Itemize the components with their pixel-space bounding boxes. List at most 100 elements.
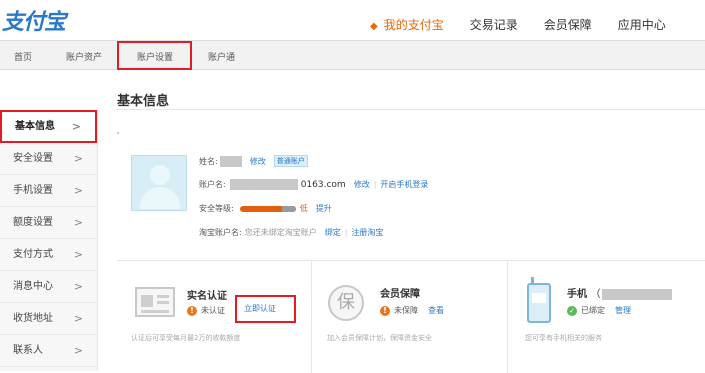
highlight-box-account-settings [117, 41, 192, 70]
mobile-login-link[interactable]: 开启手机登录 [380, 179, 428, 190]
warning-icon: ! [380, 305, 390, 316]
separator: | [373, 180, 377, 189]
decorative-dot [117, 132, 119, 134]
sidebar: 基本信息 > 安全设置 > 手机设置 > 额度设置 > 支付方式 > 消息中心 > 收货地址… [0, 110, 98, 371]
subnav-account-assets[interactable]: 账户资产 [66, 50, 102, 63]
name-row: 姓名: 修改 普通账户 [199, 155, 308, 167]
id-line-shape [157, 295, 169, 298]
card-divider [507, 261, 508, 373]
chevron-right-icon: > [73, 312, 83, 325]
security-label: 安全等级: [199, 204, 234, 213]
card-title-protection: 会员保障 [380, 289, 420, 300]
phone-screen-shape [532, 293, 546, 303]
top-nav: ◆ 我的支付宝 交易记录 会员保障 应用中心 [370, 16, 692, 33]
mobile-number-redacted [602, 288, 673, 300]
id-photo-shape [141, 295, 153, 307]
security-row: 安全等级: 低 提升 [199, 203, 332, 214]
topnav-transactions[interactable]: 交易记录 [470, 16, 518, 33]
sidebar-item-label: 联系人 [13, 345, 43, 356]
card-desc-real-name: 认证后可享受每月最2万的收款额度 [131, 334, 241, 342]
card-status-text: 已绑定 [581, 306, 605, 315]
topnav-app-center[interactable]: 应用中心 [618, 16, 666, 33]
mobile-phone-icon [527, 277, 551, 323]
avatar-head-icon [150, 165, 170, 185]
card-status-protection: ! 未保障 查看 [380, 305, 444, 316]
avatar-body-icon [140, 187, 180, 209]
taobao-label: 淘宝账户名: [199, 228, 242, 237]
verify-now-link[interactable]: 立即认证 [244, 303, 276, 314]
taobao-status: 您还未绑定淘宝账户 [244, 228, 317, 237]
top-bar: 支付宝 ◆ 我的支付宝 交易记录 会员保障 应用中心 [0, 0, 705, 40]
card-divider [311, 261, 312, 373]
account-suffix: 0163.com [300, 179, 346, 190]
sidebar-item-payment[interactable]: 支付方式 > [0, 239, 97, 271]
account-edit-link[interactable]: 修改 [354, 179, 370, 190]
separator: | [344, 228, 348, 237]
sidebar-item-label: 手机设置 [13, 185, 53, 196]
card-title-mobile-paren: （ [590, 289, 601, 300]
chevron-right-icon: > [73, 248, 83, 261]
sidebar-item-label: 额度设置 [13, 217, 53, 228]
profile-section: 姓名: 修改 普通账户 账户名: 0163.com 修改 | 开启手机登录 安全… [131, 155, 705, 245]
phone-antenna-shape [531, 277, 534, 285]
chevron-right-icon: > [73, 344, 83, 357]
chevron-right-icon: > [73, 184, 83, 197]
chevron-right-icon: > [73, 216, 83, 229]
avatar[interactable] [131, 155, 187, 211]
card-desc-protection: 加入会员保障计划，保障资金安全 [327, 334, 432, 342]
sidebar-item-messages[interactable]: 消息中心 > [0, 271, 97, 303]
account-row: 账户名: 0163.com 修改 | 开启手机登录 [199, 179, 428, 190]
name-label: 姓名: [199, 156, 218, 166]
sidebar-item-contacts[interactable]: 联系人 > [0, 335, 97, 367]
id-line-shape [141, 310, 169, 313]
sidebar-item-basic-info[interactable]: 基本信息 > [0, 110, 97, 143]
card-status-mobile: ✓ 已绑定 管理 [567, 305, 631, 316]
sidebar-item-address[interactable]: 收货地址 > [0, 303, 97, 335]
chevron-right-icon: > [73, 152, 83, 165]
topnav-member-protection[interactable]: 会员保障 [544, 16, 592, 33]
subnav-account-pass[interactable]: 账户通 [208, 50, 235, 63]
card-desc-mobile: 您可享有手机相关的服务 [525, 334, 602, 342]
subnav-home[interactable]: 首页 [14, 50, 32, 63]
protection-seal-icon: 保 [328, 285, 364, 321]
sidebar-item-label: 基本信息 [15, 121, 55, 132]
card-status-text: 未认证 [201, 306, 225, 315]
check-icon: ✓ [567, 305, 577, 316]
topnav-my-alipay-label: 我的支付宝 [383, 18, 444, 32]
card-title-mobile: 手机 （ [567, 285, 673, 300]
card-title-real-name: 实名认证 [187, 291, 227, 302]
name-edit-link[interactable]: 修改 [250, 156, 266, 167]
view-protection-link[interactable]: 查看 [428, 305, 444, 316]
taobao-row: 淘宝账户名: 您还未绑定淘宝账户 绑定 | 注册淘宝 [199, 227, 383, 238]
sidebar-item-security[interactable]: 安全设置 > [0, 143, 97, 175]
account-type-badge: 普通账户 [273, 155, 308, 167]
active-dot-icon: ◆ [370, 21, 378, 32]
warning-icon: ! [187, 305, 197, 316]
id-card-icon [135, 287, 175, 317]
taobao-bind-link[interactable]: 绑定 [325, 227, 341, 238]
status-cards: 实名认证 ! 未认证 立即认证 认证后可享受每月最2万的收款额度 保 会员保障 … [117, 260, 705, 373]
security-bar-remainder [281, 205, 296, 212]
page-title: 基本信息 [117, 94, 170, 109]
title-divider [117, 109, 705, 110]
account-label: 账户名: [199, 180, 226, 189]
card-status-real-name: ! 未认证 [187, 305, 225, 316]
sidebar-item-mobile[interactable]: 手机设置 > [0, 175, 97, 207]
manage-mobile-link[interactable]: 管理 [615, 305, 631, 316]
sidebar-item-label: 安全设置 [13, 153, 53, 164]
sidebar-item-limit[interactable]: 额度设置 > [0, 207, 97, 239]
sidebar-item-label: 收货地址 [13, 313, 53, 324]
security-level-value: 低 [299, 204, 308, 213]
taobao-register-link[interactable]: 注册淘宝 [351, 227, 383, 238]
card-title-mobile-text: 手机 [567, 289, 587, 300]
chevron-right-icon: > [71, 120, 81, 133]
alipay-logo[interactable]: 支付宝 [2, 4, 66, 36]
account-redacted [229, 179, 298, 190]
chevron-right-icon: > [73, 280, 83, 293]
sidebar-item-label: 支付方式 [13, 249, 53, 260]
card-status-text: 未保障 [394, 306, 418, 315]
topnav-my-alipay[interactable]: ◆ 我的支付宝 [370, 16, 444, 33]
sidebar-item-label: 消息中心 [13, 281, 53, 292]
name-redacted [219, 155, 242, 167]
security-upgrade-link[interactable]: 提升 [316, 203, 332, 214]
